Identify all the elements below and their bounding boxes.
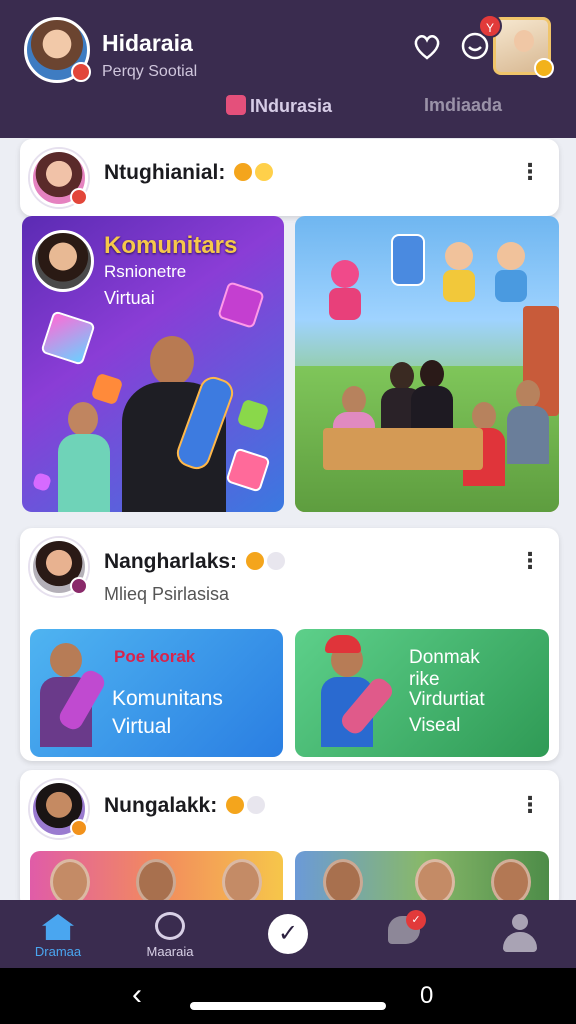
coin-icon xyxy=(534,58,554,78)
nav-home[interactable]: Dramaa xyxy=(8,900,108,968)
media-tile[interactable] xyxy=(295,216,559,512)
app-subtitle: Perqy Sootial xyxy=(102,63,198,80)
hat-shape xyxy=(325,635,361,653)
person-face xyxy=(491,859,531,905)
nav-favorites[interactable]: Maaraia xyxy=(120,900,220,968)
more-options-icon[interactable]: ⋮ xyxy=(519,792,541,818)
heart-icon xyxy=(155,912,185,940)
nav-messages[interactable] xyxy=(354,900,454,968)
avatar[interactable] xyxy=(30,149,88,207)
recent-apps-icon[interactable]: 0 xyxy=(420,982,433,1010)
person-figure xyxy=(507,380,549,464)
tile-line: rike xyxy=(409,669,440,690)
tab-label: INdurasia xyxy=(250,96,333,116)
post-author[interactable]: Nangharlaks: xyxy=(104,550,285,574)
status-badge xyxy=(71,62,91,82)
home-icon xyxy=(42,914,74,940)
chat-badge: ✓ xyxy=(406,910,426,930)
status-badge xyxy=(70,577,88,595)
child-figure xyxy=(54,402,114,512)
author-name: Ntughianial: xyxy=(104,161,226,184)
media-tile[interactable]: Komunitars Rsnionetre Virtuai xyxy=(22,216,284,512)
avatar[interactable] xyxy=(30,780,88,838)
person-face xyxy=(50,859,90,905)
tab-indurasia[interactable]: INdurasia xyxy=(226,95,332,117)
avatar[interactable] xyxy=(30,538,88,596)
profile-avatar[interactable] xyxy=(24,17,91,83)
cartoon-kid xyxy=(439,242,479,302)
more-options-icon[interactable]: ⋮ xyxy=(519,159,541,185)
tile-title: Komunitars xyxy=(104,232,238,259)
app-header: Hidaraia Perqy Sootial Y INdurasia Imdia… xyxy=(0,0,576,138)
emoji-icon xyxy=(247,796,266,814)
cartoon-kid xyxy=(491,242,531,302)
person-face xyxy=(415,859,455,905)
app-title: Hidaraia xyxy=(102,30,193,56)
home-icon xyxy=(226,95,246,115)
tile-title: Donmak xyxy=(409,647,480,668)
tile-line: Virdurtiat xyxy=(409,689,485,710)
media-tile[interactable]: Donmak rike Virdurtiat Viseal xyxy=(295,629,549,757)
check-icon: ✓ xyxy=(268,914,308,954)
nav-label: Dramaa xyxy=(34,944,82,959)
nav-check[interactable]: ✓ xyxy=(238,900,338,968)
avatar xyxy=(32,230,94,292)
cartoon-monster xyxy=(325,260,365,320)
status-badge xyxy=(70,819,88,837)
app-icon xyxy=(90,372,124,406)
app-icon xyxy=(40,310,96,366)
app-icon xyxy=(225,447,271,493)
emoji-icon xyxy=(226,796,245,814)
tile-line: Komunitans xyxy=(112,687,223,710)
table-shape xyxy=(323,428,483,470)
app-icon xyxy=(236,398,270,432)
game-console-icon xyxy=(387,234,427,294)
post-author[interactable]: Nungalakk: xyxy=(104,794,266,818)
media-tile[interactable]: Poe korak Komunitans Virtual xyxy=(30,629,283,757)
person-face xyxy=(222,859,262,905)
author-name: Nungalakk: xyxy=(104,794,218,817)
tile-line: Rsnionetre xyxy=(104,262,187,281)
bottom-navigation: Dramaa Maaraia ✓ xyxy=(0,900,576,968)
app-icon xyxy=(31,471,53,493)
person-face xyxy=(136,859,176,905)
app-icon xyxy=(217,281,265,329)
nav-profile[interactable] xyxy=(470,900,570,968)
heart-icon[interactable] xyxy=(410,30,444,64)
more-options-icon[interactable]: ⋮ xyxy=(519,548,541,574)
tile-title: Poe korak xyxy=(114,647,196,666)
back-icon[interactable]: ‹ xyxy=(132,978,142,1012)
emoji-icon xyxy=(234,163,253,181)
system-navigation-bar: ‹ 0 xyxy=(0,968,576,1024)
status-badge xyxy=(70,188,88,206)
tab-label: Imdiaada xyxy=(424,95,503,115)
emoji-icon xyxy=(245,552,264,570)
emoji-icon xyxy=(255,163,274,181)
user-icon xyxy=(503,914,537,952)
home-gesture-bar[interactable] xyxy=(190,1002,386,1010)
author-name: Nangharlaks: xyxy=(104,550,238,573)
nav-label: Maaraia xyxy=(146,944,194,959)
tile-line: Virtual xyxy=(112,715,172,738)
post-card: Ntughianial: ⋮ xyxy=(20,139,559,216)
notification-badge: Y xyxy=(478,14,502,38)
person-face xyxy=(323,859,363,905)
tile-line: Virtuai xyxy=(104,288,155,308)
emoji-icon xyxy=(266,552,285,570)
tab-imdiaada[interactable]: Imdiaada xyxy=(424,95,502,116)
post-author[interactable]: Ntughianial: xyxy=(104,161,274,185)
tile-line: Viseal xyxy=(409,715,461,736)
post-subtitle: Mlieq Psirlasisa xyxy=(104,584,230,604)
